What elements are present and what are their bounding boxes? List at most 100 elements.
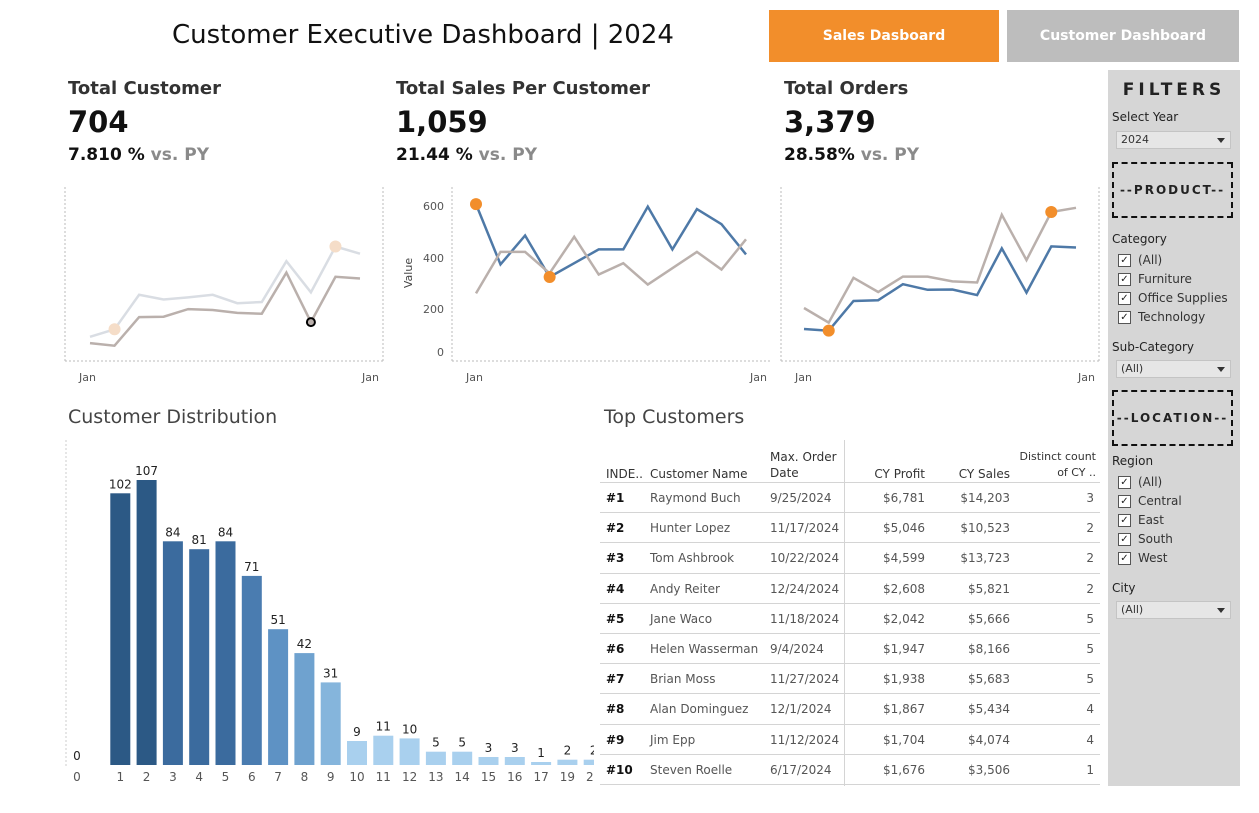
subcategory-value: (All): [1121, 362, 1144, 375]
cell-index: #5: [606, 611, 625, 626]
y-tick: 600: [423, 200, 444, 213]
table-row[interactable]: #8 Alan Dominguez 12/1/2024 $1,867 $5,434 4: [600, 693, 1100, 724]
column-header-index[interactable]: INDE..: [606, 466, 643, 482]
column-header-cy-profit[interactable]: CY Profit: [870, 466, 925, 482]
table-row[interactable]: #7 Brian Moss 11/27/2024 $1,938 $5,683 5: [600, 663, 1100, 694]
bar[interactable]: [583, 759, 594, 765]
bar[interactable]: [189, 549, 210, 765]
check-icon: ✓: [1118, 272, 1131, 286]
check-icon: ✓: [1118, 532, 1131, 546]
table-row[interactable]: #1 Raymond Buch 9/25/2024 $6,781 $14,203 3: [600, 482, 1100, 513]
bar[interactable]: [110, 493, 131, 765]
x-tick-label: 13: [428, 770, 443, 784]
customer-dashboard-button[interactable]: Customer Dashboard: [1007, 10, 1239, 62]
page-title: Customer Executive Dashboard | 2024: [172, 20, 674, 50]
table-row[interactable]: #2 Hunter Lopez 11/17/2024 $5,046 $10,523 2: [600, 512, 1100, 543]
highlight-point[interactable]: [822, 324, 835, 337]
table-row[interactable]: #10 Steven Roelle 6/17/2024 $1,676 $3,506 1: [600, 753, 1100, 785]
x-tick-label: 3: [169, 770, 177, 784]
x-tick-label: 9: [327, 770, 335, 784]
table-row[interactable]: #3 Tom Ashbrook 10/22/2024 $4,599 $13,723 2: [600, 542, 1100, 573]
year-select[interactable]: 2024: [1116, 131, 1231, 149]
highlight-point[interactable]: [305, 317, 316, 328]
category-checkbox[interactable]: ✓ Office Supplies: [1118, 291, 1228, 305]
bar[interactable]: [241, 575, 262, 765]
bar[interactable]: [320, 682, 341, 765]
bar[interactable]: [215, 541, 236, 765]
category-checkbox[interactable]: ✓ Furniture: [1118, 272, 1192, 286]
cell-customer-name: Helen Wasserman: [650, 642, 759, 656]
bar[interactable]: [294, 653, 315, 765]
kpi-total-orders: Total Orders 3,379 28.58% vs. PY: [784, 78, 919, 165]
region-checkbox[interactable]: ✓ (All): [1118, 475, 1162, 489]
bar[interactable]: [425, 751, 446, 765]
region-checkbox[interactable]: ✓ East: [1118, 513, 1164, 527]
subcategory-select[interactable]: (All): [1116, 360, 1231, 378]
highlight-point[interactable]: [1045, 205, 1058, 218]
bar[interactable]: [478, 757, 499, 765]
highlight-point[interactable]: [108, 323, 121, 336]
highlight-point[interactable]: [329, 240, 342, 253]
region-checkbox[interactable]: ✓ South: [1118, 532, 1173, 546]
cell-customer-name: Alan Dominguez: [650, 702, 749, 717]
y-tick: 400: [423, 252, 444, 265]
cell-max-order-date: 9/4/2024: [770, 642, 824, 656]
bar[interactable]: [531, 762, 552, 765]
x-tick-label: 14: [455, 770, 470, 784]
bar-value-label: 3: [485, 741, 493, 755]
cell-cy-sales: $5,666: [968, 611, 1010, 626]
table-row[interactable]: #4 Andy Reiter 12/24/2024 $2,608 $5,821 2: [600, 572, 1100, 604]
x-tick-label: 17: [533, 770, 548, 784]
bar-value-label: 84: [165, 525, 180, 539]
cell-cy-profit: $5,046: [883, 521, 925, 536]
highlight-point[interactable]: [470, 198, 482, 211]
x-tick-label: 11: [376, 770, 391, 784]
category-option-label: Furniture: [1138, 272, 1192, 286]
bar[interactable]: [268, 629, 289, 765]
table-row[interactable]: #6 Helen Wasserman 9/4/2024 $1,947 $8,166 5: [600, 633, 1100, 664]
cell-index: #6: [606, 642, 625, 656]
sales-per-customer-line-chart: Value 600 400 200 0 Jan Jan: [402, 187, 771, 384]
x-tick-label: 16: [507, 770, 522, 784]
category-checkbox[interactable]: ✓ (All): [1118, 253, 1162, 267]
column-header-distinct-count[interactable]: Distinct count of CY ..: [1012, 449, 1097, 481]
bar[interactable]: [399, 738, 420, 765]
chevron-down-icon: [1217, 608, 1225, 613]
bar[interactable]: [504, 757, 525, 765]
region-checkbox[interactable]: ✓ Central: [1118, 494, 1182, 508]
series-line-0: [803, 245, 1077, 332]
cell-distinct-count: 2: [1086, 581, 1094, 596]
bar[interactable]: [347, 741, 367, 765]
region-option-label: East: [1138, 513, 1164, 527]
bar[interactable]: [162, 541, 183, 765]
bar[interactable]: [557, 759, 578, 765]
table-row[interactable]: #9 Jim Epp 11/12/2024 $1,704 $4,074 4: [600, 723, 1100, 755]
bar[interactable]: [136, 480, 157, 765]
column-header-customer-name[interactable]: Customer Name: [650, 466, 748, 482]
city-select[interactable]: (All): [1116, 601, 1231, 619]
x-tick-end: Jan: [1077, 371, 1095, 384]
y-axis-label: Value: [402, 258, 415, 288]
bar[interactable]: [373, 735, 394, 765]
kpi-title: Total Orders: [784, 78, 909, 99]
region-checkbox[interactable]: ✓ West: [1118, 551, 1168, 565]
cell-max-order-date: 10/22/2024: [770, 551, 840, 566]
sales-dashboard-button[interactable]: Sales Dasboard: [769, 10, 999, 62]
table-row[interactable]: #5 Jane Waco 11/18/2024 $2,042 $5,666 5: [600, 602, 1100, 634]
city-value: (All): [1121, 603, 1144, 616]
filters-title: FILTERS: [1122, 80, 1226, 100]
kpi-value: 1,059: [396, 105, 488, 139]
column-header-cy-sales[interactable]: CY Sales: [940, 466, 1010, 482]
bar-value-label: 71: [244, 560, 259, 574]
bar[interactable]: [452, 751, 473, 765]
series-line-0: [474, 203, 747, 279]
cell-index: #9: [606, 732, 625, 747]
cell-cy-sales: $8,166: [968, 642, 1010, 656]
category-checkbox[interactable]: ✓ Technology: [1118, 310, 1205, 324]
kpi-delta: 7.810 % vs. PY: [68, 145, 221, 165]
bar-value-label: 2: [590, 744, 594, 758]
column-header-max-order-date[interactable]: Max. Order Date: [770, 449, 842, 481]
cell-customer-name: Tom Ashbrook: [650, 551, 735, 566]
x-tick-label: 1: [116, 770, 124, 784]
highlight-point[interactable]: [543, 271, 556, 284]
